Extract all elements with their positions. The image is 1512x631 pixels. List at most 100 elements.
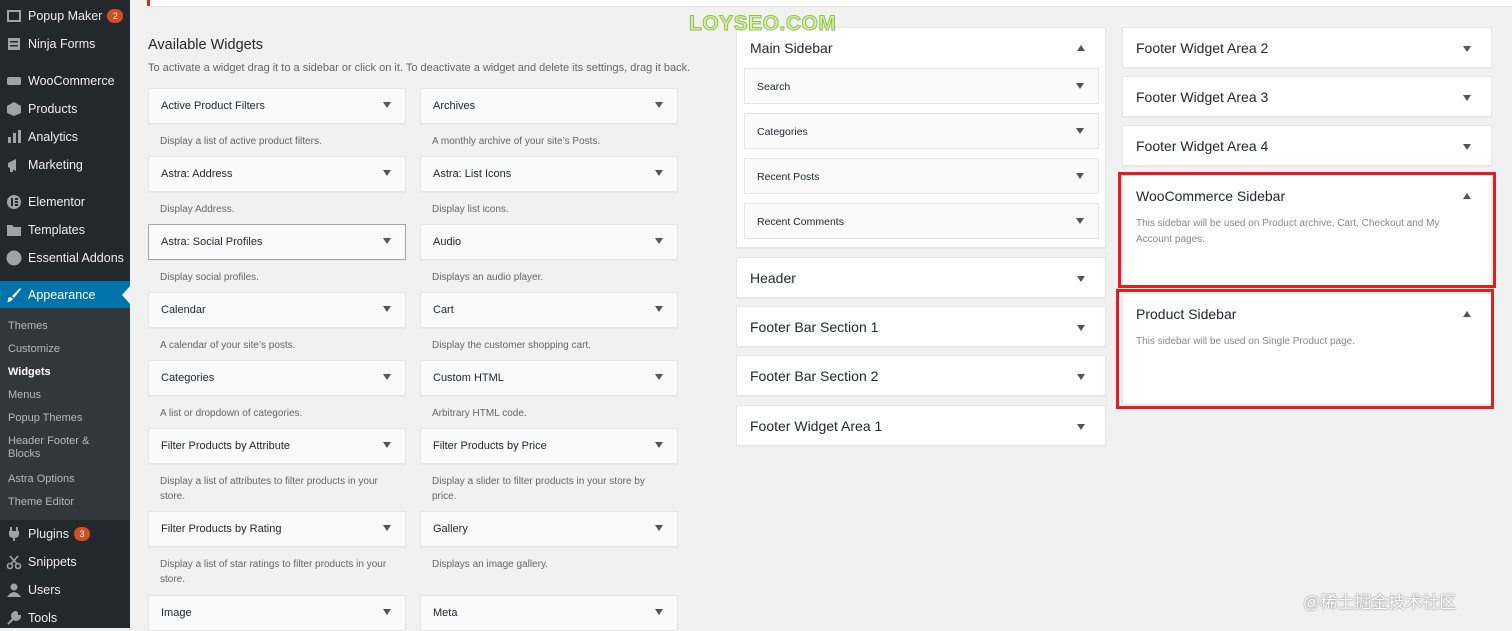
menu-item-products[interactable]: Products [0,95,130,123]
dropdown-arrow-icon[interactable] [1076,173,1084,179]
dropdown-arrow-icon[interactable] [1076,218,1084,224]
sidebar-footer-widget-area-2[interactable]: Footer Widget Area 2 [1122,27,1492,68]
widget-description: Display the customer shopping cart. [432,340,591,351]
submenu-themes[interactable]: Themes [8,320,126,333]
expand-arrow-icon[interactable] [1077,325,1085,331]
menu-item-snippets[interactable]: Snippets [0,548,130,576]
dropdown-arrow-icon[interactable] [1076,83,1084,89]
expand-arrow-icon[interactable] [1077,374,1085,380]
widget-custom-html[interactable]: Custom HTML [420,360,678,396]
menu-item-plugins[interactable]: Plugins 3 [0,520,130,548]
widget-description: Display social profiles. [160,272,259,283]
submenu-theme-editor[interactable]: Theme Editor [8,496,126,509]
widget-filter-products-by-attribute[interactable]: Filter Products by Attribute [148,428,406,464]
dropdown-arrow-icon[interactable] [383,306,391,312]
update-badge: 2 [107,9,124,23]
sidebar-footer-widget-area-1[interactable]: Footer Widget Area 1 [736,405,1106,446]
widget-description: A calendar of your site’s posts. [160,340,296,351]
dropdown-arrow-icon[interactable] [655,238,663,244]
sidebar-widget-categories[interactable]: Categories [744,113,1099,149]
expand-arrow-icon[interactable] [1077,424,1085,430]
widget-astra-list-icons[interactable]: Astra: List Icons [420,156,678,192]
expand-arrow-icon[interactable] [1463,46,1471,52]
dropdown-arrow-icon[interactable] [383,102,391,108]
current-menu-arrow [122,286,130,304]
expand-arrow-icon[interactable] [1463,144,1471,150]
user-icon [6,582,22,598]
megaphone-icon [6,157,22,173]
menu-item-templates[interactable]: Templates [0,216,130,244]
sidebar-widget-recent-posts[interactable]: Recent Posts [744,158,1099,194]
submenu-menus[interactable]: Menus [8,389,126,402]
widget-description: Display Address. [160,204,235,215]
sidebar-footer-widget-area-3[interactable]: Footer Widget Area 3 [1122,76,1492,117]
widget-description: A monthly archive of your site’s Posts. [432,136,601,147]
dropdown-arrow-icon[interactable] [383,525,391,531]
widget-active-product-filters[interactable]: Active Product Filters [148,88,406,124]
submenu-customize[interactable]: Customize [8,343,126,356]
watermark-loyseo: LOYSEO.COM [688,12,837,36]
dropdown-arrow-icon[interactable] [383,442,391,448]
widget-description: Displays an audio player. [432,272,544,283]
plug-icon [6,526,22,542]
menu-item-ninja-forms[interactable]: Ninja Forms [0,30,130,58]
widget-meta[interactable]: Meta [420,595,678,631]
menu-item-users[interactable]: Users [0,576,130,604]
dropdown-arrow-icon[interactable] [655,609,663,615]
brush-icon [6,287,22,303]
widget-image[interactable]: Image [148,595,406,631]
widget-filter-products-by-rating[interactable]: Filter Products by Rating [148,511,406,547]
dropdown-arrow-icon[interactable] [383,609,391,615]
submenu-header-footer-blocks[interactable]: Header Footer & Blocks [8,435,98,461]
widget-description: Display a list of attributes to filter p… [160,476,378,502]
dropdown-arrow-icon[interactable] [655,442,663,448]
expand-arrow-icon[interactable] [1077,276,1085,282]
menu-item-tools[interactable]: Tools [0,604,130,628]
available-widgets-heading: Available Widgets [148,37,263,53]
widget-description: Display list icons. [432,204,509,215]
widget-archives[interactable]: Archives [420,88,678,124]
forms-icon [6,36,22,52]
submenu-astra-options[interactable]: Astra Options [8,473,126,486]
sidebar-main[interactable]: Main Sidebar Search Categories Recent Po… [736,27,1106,248]
dropdown-arrow-icon[interactable] [383,238,391,244]
dropdown-arrow-icon[interactable] [655,170,663,176]
dropdown-arrow-icon[interactable] [383,374,391,380]
dropdown-arrow-icon[interactable] [383,170,391,176]
sidebar-footer-bar-section-1[interactable]: Footer Bar Section 1 [736,306,1106,347]
sidebar-footer-bar-section-2[interactable]: Footer Bar Section 2 [736,355,1106,396]
dropdown-arrow-icon[interactable] [655,525,663,531]
dropdown-arrow-icon[interactable] [655,374,663,380]
sidebar-header[interactable]: Header [736,257,1106,298]
collapse-arrow-icon[interactable] [1077,45,1085,51]
menu-item-appearance[interactable]: Appearance [0,281,130,309]
admin-sidebar: Popup Maker 2 Ninja Forms WooCommerce Pr… [0,0,130,628]
elementor-icon [6,194,22,210]
sidebar-footer-widget-area-4[interactable]: Footer Widget Area 4 [1122,125,1492,166]
widget-audio[interactable]: Audio [420,224,678,260]
expand-arrow-icon[interactable] [1463,95,1471,101]
submenu-widgets[interactable]: Widgets [8,366,126,379]
dropdown-arrow-icon[interactable] [655,306,663,312]
menu-item-popup-maker[interactable]: Popup Maker 2 [0,2,130,30]
menu-item-essential-addons[interactable]: Essential Addons [0,244,130,272]
sidebar-widget-search[interactable]: Search [744,68,1099,104]
menu-item-woocommerce[interactable]: WooCommerce [0,67,130,95]
admin-notice [147,0,1512,6]
dropdown-arrow-icon[interactable] [1076,128,1084,134]
sidebar-widget-recent-comments[interactable]: Recent Comments [744,203,1099,239]
widget-description: Display a list of star ratings to filter… [160,559,387,585]
widget-astra-social-profiles[interactable]: Astra: Social Profiles [148,224,406,260]
widget-cart[interactable]: Cart [420,292,678,328]
widget-filter-products-by-price[interactable]: Filter Products by Price [420,428,678,464]
widget-categories[interactable]: Categories [148,360,406,396]
highlight-box [1118,172,1496,288]
submenu-popup-themes[interactable]: Popup Themes [8,412,126,425]
widget-calendar[interactable]: Calendar [148,292,406,328]
menu-item-elementor[interactable]: Elementor [0,188,130,216]
dropdown-arrow-icon[interactable] [655,102,663,108]
menu-item-marketing[interactable]: Marketing [0,151,130,179]
widget-gallery[interactable]: Gallery [420,511,678,547]
widget-astra-address[interactable]: Astra: Address [148,156,406,192]
menu-item-analytics[interactable]: Analytics [0,123,130,151]
